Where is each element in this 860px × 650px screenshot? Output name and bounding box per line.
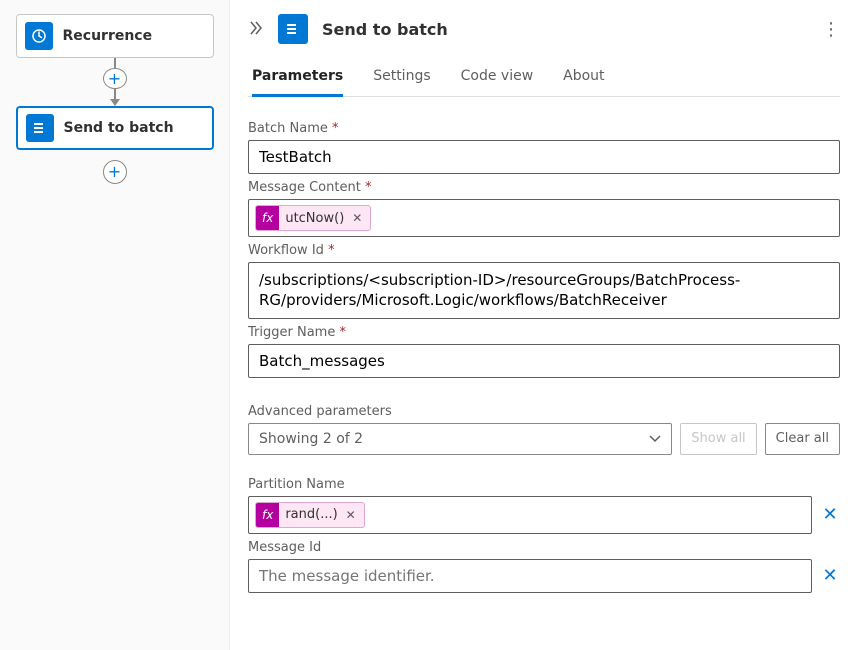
node-label: Send to batch [64, 120, 174, 136]
partition-name-input[interactable]: fx rand(...) ✕ [248, 496, 812, 534]
tab-about[interactable]: About [563, 62, 604, 96]
tabs: Parameters Settings Code view About [248, 62, 840, 97]
batch-icon [26, 114, 54, 142]
workflow-id-input[interactable] [248, 262, 840, 319]
message-content-input[interactable]: fx utcNow() ✕ [248, 199, 840, 237]
label-partition-name: Partition Name [248, 477, 840, 492]
add-step-button[interactable]: + [103, 160, 127, 184]
workflow-canvas: Recurrence + Send to batch + [0, 0, 230, 650]
label-advanced: Advanced parameters [248, 404, 840, 419]
details-header: Send to batch ⋮ [248, 14, 840, 44]
expression-token[interactable]: fx utcNow() ✕ [255, 205, 371, 231]
details-title: Send to batch [322, 20, 808, 39]
clock-icon [25, 22, 53, 50]
connector: + [103, 58, 127, 106]
fx-icon: fx [256, 503, 279, 527]
tab-parameters[interactable]: Parameters [252, 62, 343, 97]
tab-code-view[interactable]: Code view [461, 62, 534, 96]
clear-all-button[interactable]: Clear all [765, 423, 840, 455]
label-batch-name: Batch Name * [248, 121, 840, 136]
parameters-form: Batch Name * Message Content * fx utcNow… [248, 115, 840, 593]
label-trigger-name: Trigger Name * [248, 325, 840, 340]
expression-token[interactable]: fx rand(...) ✕ [255, 502, 365, 528]
tab-settings[interactable]: Settings [373, 62, 430, 96]
show-all-button: Show all [680, 423, 756, 455]
label-message-content: Message Content * [248, 180, 840, 195]
collapse-icon[interactable] [248, 20, 264, 39]
fx-icon: fx [256, 206, 279, 230]
node-recurrence[interactable]: Recurrence [16, 14, 214, 58]
node-label: Recurrence [63, 28, 153, 44]
details-pane: Send to batch ⋮ Parameters Settings Code… [230, 0, 860, 650]
batch-icon [278, 14, 308, 44]
clear-field-icon[interactable]: ✕ [820, 504, 840, 525]
batch-name-input[interactable] [248, 140, 840, 174]
clear-field-icon[interactable]: ✕ [820, 565, 840, 586]
advanced-select[interactable]: Showing 2 of 2 [248, 423, 672, 455]
label-workflow-id: Workflow Id * [248, 243, 840, 258]
chevron-down-icon [649, 431, 661, 447]
remove-token-icon[interactable]: ✕ [350, 211, 364, 225]
node-send-to-batch[interactable]: Send to batch [16, 106, 214, 150]
trigger-name-input[interactable] [248, 344, 840, 378]
message-id-input[interactable] [248, 559, 812, 593]
add-step-button[interactable]: + [103, 68, 127, 90]
overflow-menu-icon[interactable]: ⋮ [822, 19, 840, 40]
label-message-id: Message Id [248, 540, 840, 555]
remove-token-icon[interactable]: ✕ [344, 508, 358, 522]
arrow-down-icon [110, 99, 120, 106]
